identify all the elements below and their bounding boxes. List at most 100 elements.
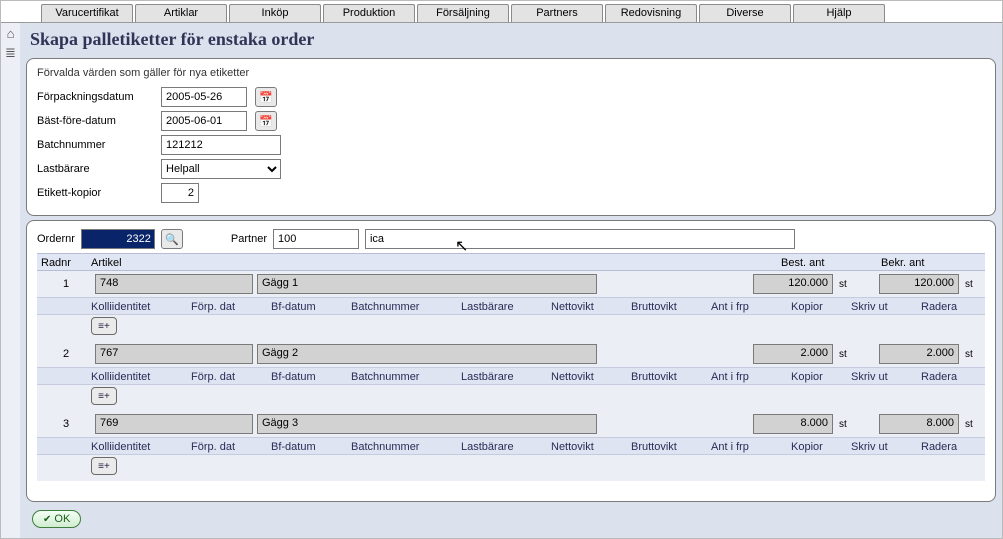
- bbd-input[interactable]: [161, 111, 247, 131]
- ok-button[interactable]: OK: [32, 510, 81, 528]
- order-row: 1 748 Gägg 1 120.000 st 120.000 st: [37, 271, 985, 297]
- unit-label: st: [963, 279, 981, 290]
- copies-label: Etikett-kopior: [37, 187, 153, 199]
- copies-input[interactable]: [161, 183, 199, 203]
- batch-label: Batchnummer: [37, 139, 153, 151]
- calendar-icon[interactable]: 📅: [255, 111, 277, 131]
- col-bekr: Bekr. ant: [881, 254, 981, 272]
- col-radnr: Radnr: [41, 254, 91, 272]
- col-batch: Batchnummer: [351, 438, 461, 456]
- unit-label: st: [963, 419, 981, 430]
- ordernr-label: Ordernr: [37, 233, 75, 245]
- col-radera: Radera: [921, 438, 981, 456]
- left-rail: ⌂ ≣: [1, 23, 20, 538]
- sub-row: ≡+: [37, 315, 985, 341]
- calendar-icon[interactable]: 📅: [255, 87, 277, 107]
- tab-varucertifikat[interactable]: Varucertifikat: [41, 4, 133, 22]
- carrier-select[interactable]: Helpall: [161, 159, 281, 179]
- col-kopior: Kopior: [791, 298, 851, 316]
- col-kolli: Kolliidentitet: [91, 438, 191, 456]
- order-row: 3 769 Gägg 3 8.000 st 8.000 st: [37, 411, 985, 437]
- search-icon[interactable]: 🔍: [161, 229, 183, 249]
- col-forp: Förp. dat: [191, 438, 271, 456]
- col-artikel: Artikel: [91, 254, 781, 272]
- bekr-qty[interactable]: 120.000: [879, 274, 959, 294]
- row-number: 3: [41, 418, 91, 430]
- unit-label: st: [963, 349, 981, 360]
- partner-code-input[interactable]: [273, 229, 359, 249]
- tab-diverse[interactable]: Diverse: [699, 4, 791, 22]
- tab-produktion[interactable]: Produktion: [323, 4, 415, 22]
- col-brutto: Bruttovikt: [631, 438, 711, 456]
- sub-header: Kolliidentitet Förp. dat Bf-datum Batchn…: [37, 437, 985, 455]
- defaults-heading: Förvalda värden som gäller för nya etike…: [37, 67, 985, 79]
- bbd-label: Bäst-före-datum: [37, 115, 153, 127]
- sub-row: ≡+: [37, 455, 985, 481]
- tab-hjalp[interactable]: Hjälp: [793, 4, 885, 22]
- home-icon[interactable]: ⌂: [7, 27, 15, 40]
- tab-redovisning[interactable]: Redovisning: [605, 4, 697, 22]
- sub-header: Kolliidentitet Förp. dat Bf-datum Batchn…: [37, 367, 985, 385]
- col-radera: Radera: [921, 368, 981, 386]
- add-row-button[interactable]: ≡+: [91, 457, 117, 475]
- col-brutto: Bruttovikt: [631, 368, 711, 386]
- col-frp: Ant i frp: [711, 298, 791, 316]
- top-tabs: Varucertifikat Artiklar Inköp Produktion…: [1, 1, 1002, 23]
- best-qty[interactable]: 120.000: [753, 274, 833, 294]
- col-kolli: Kolliidentitet: [91, 298, 191, 316]
- col-frp: Ant i frp: [711, 368, 791, 386]
- partner-name-input[interactable]: [365, 229, 795, 249]
- body-row: ⌂ ≣ Skapa palletiketter för enstaka orde…: [1, 23, 1002, 538]
- bekr-qty[interactable]: 8.000: [879, 414, 959, 434]
- col-last: Lastbärare: [461, 438, 551, 456]
- unit-label: st: [837, 279, 855, 290]
- col-bf: Bf-datum: [271, 438, 351, 456]
- page-title: Skapa palletiketter för enstaka order: [26, 23, 996, 58]
- row-number: 2: [41, 348, 91, 360]
- add-row-button[interactable]: ≡+: [91, 387, 117, 405]
- defaults-panel: Förvalda värden som gäller för nya etike…: [26, 58, 996, 216]
- tab-forsaljning[interactable]: Försäljning: [417, 4, 509, 22]
- col-brutto: Bruttovikt: [631, 298, 711, 316]
- bottom-bar: OK: [26, 506, 996, 532]
- pack-date-input[interactable]: [161, 87, 247, 107]
- col-skriv: Skriv ut: [851, 298, 921, 316]
- article-name[interactable]: Gägg 3: [257, 414, 597, 434]
- pack-date-label: Förpackningsdatum: [37, 91, 153, 103]
- col-batch: Batchnummer: [351, 368, 461, 386]
- col-netto: Nettovikt: [551, 298, 631, 316]
- article-number[interactable]: 767: [95, 344, 253, 364]
- ordernr-input[interactable]: [81, 229, 155, 249]
- col-netto: Nettovikt: [551, 368, 631, 386]
- article-name[interactable]: Gägg 2: [257, 344, 597, 364]
- col-frp: Ant i frp: [711, 438, 791, 456]
- best-qty[interactable]: 8.000: [753, 414, 833, 434]
- unit-label: st: [837, 419, 855, 430]
- bekr-qty[interactable]: 2.000: [879, 344, 959, 364]
- batch-input[interactable]: [161, 135, 281, 155]
- workarea: Skapa palletiketter för enstaka order Fö…: [20, 23, 1002, 538]
- col-kopior: Kopior: [791, 438, 851, 456]
- best-qty[interactable]: 2.000: [753, 344, 833, 364]
- col-best: Best. ant: [781, 254, 881, 272]
- article-number[interactable]: 748: [95, 274, 253, 294]
- article-name[interactable]: Gägg 1: [257, 274, 597, 294]
- tab-inkop[interactable]: Inköp: [229, 4, 321, 22]
- app-frame: Varucertifikat Artiklar Inköp Produktion…: [0, 0, 1003, 539]
- col-radera: Radera: [921, 298, 981, 316]
- sub-row: ≡+: [37, 385, 985, 411]
- tab-partners[interactable]: Partners: [511, 4, 603, 22]
- col-last: Lastbärare: [461, 298, 551, 316]
- sub-header: Kolliidentitet Förp. dat Bf-datum Batchn…: [37, 297, 985, 315]
- article-number[interactable]: 769: [95, 414, 253, 434]
- col-forp: Förp. dat: [191, 368, 271, 386]
- order-top: Ordernr 🔍 Partner: [37, 229, 985, 249]
- add-row-button[interactable]: ≡+: [91, 317, 117, 335]
- col-skriv: Skriv ut: [851, 368, 921, 386]
- col-batch: Batchnummer: [351, 298, 461, 316]
- col-last: Lastbärare: [461, 368, 551, 386]
- list-icon[interactable]: ≣: [5, 46, 16, 59]
- col-kolli: Kolliidentitet: [91, 368, 191, 386]
- order-row: 2 767 Gägg 2 2.000 st 2.000 st: [37, 341, 985, 367]
- tab-artiklar[interactable]: Artiklar: [135, 4, 227, 22]
